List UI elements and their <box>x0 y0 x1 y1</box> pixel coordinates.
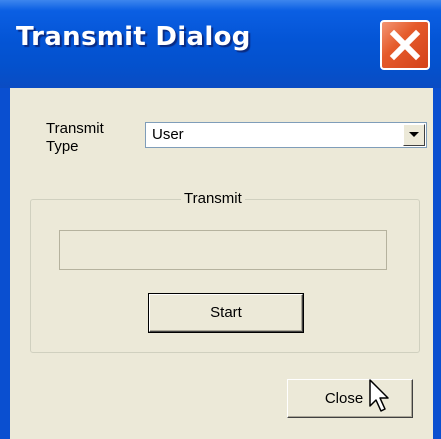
transmit-groupbox: Transmit Start <box>30 190 420 353</box>
chevron-down-icon <box>409 132 419 137</box>
transmit-type-selected-value: User <box>152 126 184 143</box>
close-button[interactable]: Close <box>287 379 413 418</box>
transmit-type-dropdown[interactable]: User <box>145 122 427 148</box>
window-title: Transmit Dialog <box>16 22 251 52</box>
transmit-type-label-line2: Type <box>46 138 79 155</box>
close-x-icon <box>389 29 421 61</box>
title-bar[interactable]: Transmit Dialog <box>0 0 441 88</box>
title-close-button[interactable] <box>380 20 430 70</box>
start-button[interactable]: Start <box>148 293 304 333</box>
dropdown-arrow-button[interactable] <box>403 124 425 146</box>
transmit-progress-bar <box>59 230 387 270</box>
transmit-group-title: Transmit <box>181 190 245 208</box>
close-button-label: Close <box>324 390 364 407</box>
transmit-dialog-window: Transmit Dialog Transmit Type User Trans… <box>0 0 441 439</box>
transmit-type-label-line1: Transmit <box>46 120 104 137</box>
mouse-pointer-icon <box>369 379 389 412</box>
start-button-label: Start <box>210 304 242 321</box>
